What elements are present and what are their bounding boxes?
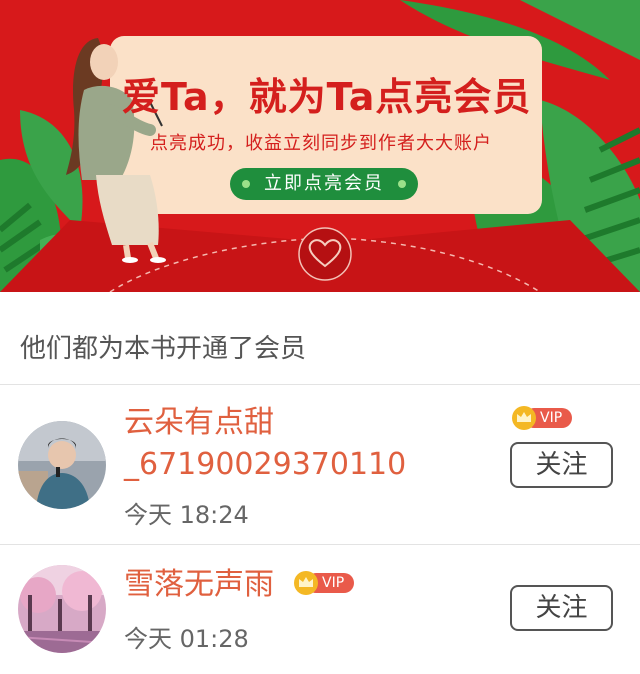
banner-subtitle: 点亮成功，收益立刻同步到作者大大账户 xyxy=(150,133,492,154)
open-time: 今天 18:24 xyxy=(124,501,249,529)
follow-button[interactable]: 关注 xyxy=(510,585,613,631)
vip-badge: VIP xyxy=(294,571,356,595)
cta-label: 立即点亮会员 xyxy=(264,173,384,194)
avatar[interactable] xyxy=(18,565,106,653)
banner-title: 爱Ta，就为Ta点亮会员 xyxy=(122,75,532,119)
vip-badge: VIP xyxy=(512,406,574,430)
member-row[interactable]: 云朵有点甜 _67190029370110 今天 18:24 VIP 关注 xyxy=(0,385,640,544)
light-up-membership-button[interactable]: 立即点亮会员 xyxy=(230,168,418,200)
member-name[interactable]: 云朵有点甜 xyxy=(124,403,274,443)
follow-button[interactable]: 关注 xyxy=(510,442,613,488)
section-title: 他们都为本书开通了会员 xyxy=(20,334,307,364)
right-dot-icon xyxy=(398,180,406,188)
avatar-photo xyxy=(18,421,106,509)
avatar-photo xyxy=(18,565,106,653)
open-time: 今天 01:28 xyxy=(124,625,249,653)
member-row[interactable]: 雪落无声雨 VIP 今天 01:28 关注 xyxy=(0,545,640,674)
promo-banner[interactable]: 爱Ta，就为Ta点亮会员 点亮成功，收益立刻同步到作者大大账户 立即点亮会员 xyxy=(0,0,640,292)
vip-label: VIP xyxy=(322,575,345,591)
left-dot-icon xyxy=(242,180,250,188)
avatar[interactable] xyxy=(18,421,106,509)
member-name-suffix[interactable]: _67190029370110 xyxy=(124,445,406,485)
vip-label: VIP xyxy=(540,410,563,426)
member-name[interactable]: 雪落无声雨 xyxy=(124,565,274,605)
